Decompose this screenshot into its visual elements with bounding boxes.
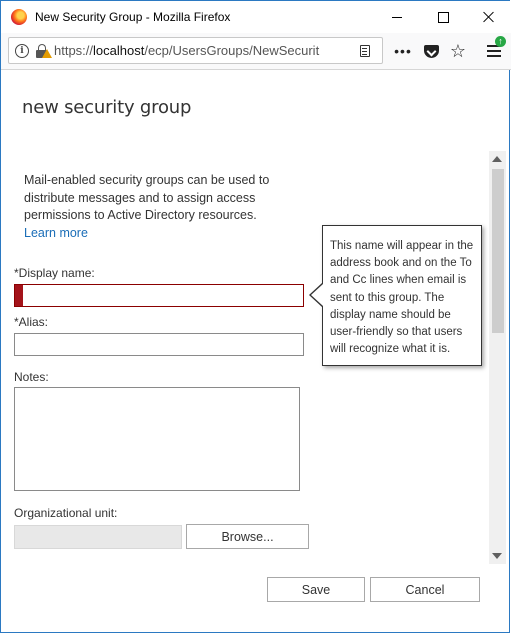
scroll-down-icon[interactable]: [492, 553, 502, 559]
scroll-up-icon[interactable]: [492, 156, 502, 162]
organizational-unit-field: [14, 525, 182, 549]
insecure-lock-icon[interactable]: [36, 43, 52, 58]
learn-more-link[interactable]: Learn more: [24, 226, 88, 240]
url-text[interactable]: https://localhost/ecp/UsersGroups/NewSec…: [54, 43, 334, 58]
navigation-toolbar: i https://localhost/ecp/UsersGroups/NewS…: [1, 33, 511, 70]
url-host: localhost: [93, 43, 145, 58]
close-icon: [483, 11, 495, 23]
maximize-button[interactable]: [420, 1, 466, 33]
required-error-marker: [15, 285, 23, 306]
url-bar[interactable]: i https://localhost/ecp/UsersGroups/NewS…: [8, 37, 383, 64]
close-window-button[interactable]: [466, 1, 512, 33]
title-bar: New Security Group - Mozilla Firefox: [1, 1, 511, 33]
display-name-tooltip: This name will appear in the address boo…: [322, 225, 482, 366]
display-name-input[interactable]: [14, 284, 304, 307]
notes-label: Notes:: [14, 370, 49, 384]
page-actions-more-icon[interactable]: •••: [393, 41, 413, 61]
notes-textarea[interactable]: [14, 387, 300, 491]
minimize-button[interactable]: [374, 1, 420, 33]
url-path: /ecp/UsersGroups/NewSecurit: [144, 43, 320, 58]
cancel-button[interactable]: Cancel: [370, 577, 480, 602]
scroll-thumb[interactable]: [492, 169, 504, 333]
url-prefix: https://: [54, 43, 94, 58]
pocket-icon[interactable]: [421, 41, 441, 61]
display-name-label: *Display name:: [14, 266, 95, 280]
tooltip-pointer-fill: [311, 284, 323, 306]
update-available-icon: ↑: [495, 36, 506, 47]
site-info-icon[interactable]: i: [15, 43, 29, 58]
intro-description: Mail-enabled security groups can be used…: [24, 173, 270, 222]
firefox-logo-icon: [11, 9, 27, 25]
save-button[interactable]: Save: [267, 577, 365, 602]
content-scrollbar[interactable]: [489, 151, 506, 564]
maximize-icon: [437, 11, 449, 23]
bookmark-star-icon[interactable]: ☆: [448, 41, 468, 61]
alias-input[interactable]: [14, 333, 304, 356]
page-title: new security group: [22, 97, 192, 118]
window-title: New Security Group - Mozilla Firefox: [35, 10, 231, 24]
browse-button[interactable]: Browse...: [186, 524, 309, 549]
reader-view-icon[interactable]: [360, 45, 370, 57]
minimize-icon: [392, 16, 402, 18]
intro-text: Mail-enabled security groups can be used…: [24, 172, 292, 242]
alias-label: *Alias:: [14, 315, 49, 329]
organizational-unit-label: Organizational unit:: [14, 506, 118, 520]
